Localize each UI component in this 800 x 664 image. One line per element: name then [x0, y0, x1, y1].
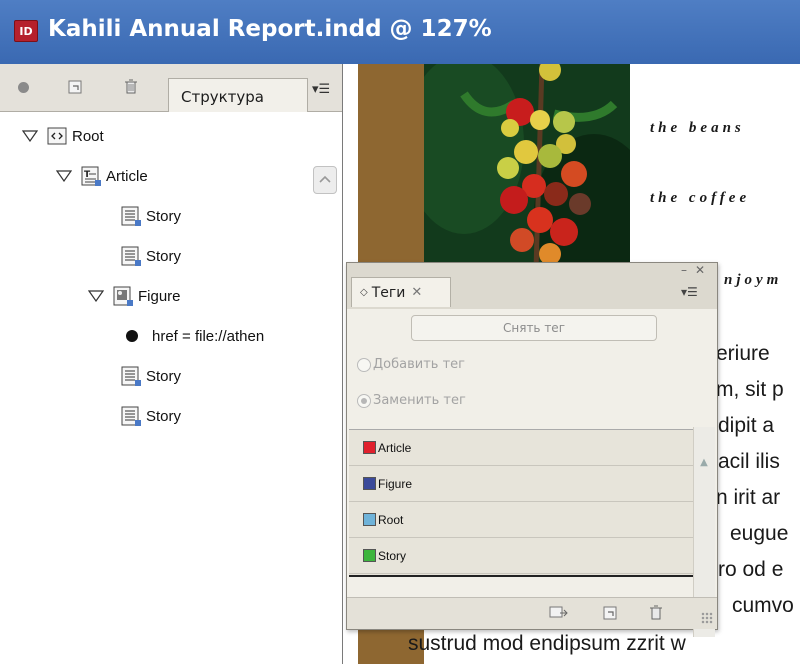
add-tag-radio[interactable] — [357, 357, 371, 372]
dot-icon[interactable] — [18, 82, 29, 93]
tab-tags[interactable]: ◇ Теги ✕ — [351, 277, 451, 307]
tab-tags-label: Теги — [371, 284, 406, 301]
tag-list: Article Figure Root Story — [349, 429, 693, 577]
text-frame-element-icon: T — [81, 166, 101, 186]
tree-item-attribute[interactable]: href = file://athen — [126, 322, 264, 350]
scroll-up-button[interactable] — [313, 166, 337, 194]
doc-body-line: ro od e — [718, 558, 784, 581]
doc-text-line: njoym — [724, 272, 783, 288]
close-tab-icon[interactable]: ✕ — [411, 285, 422, 300]
structure-tree: Root T Article Story Story Figure href =… — [0, 112, 342, 664]
disclosure-triangle-icon[interactable] — [88, 290, 104, 302]
tag-name: Article — [378, 440, 412, 455]
tab-structure[interactable]: Структура — [168, 78, 308, 112]
tag-item-root[interactable]: Root — [349, 502, 693, 538]
tag-item-article[interactable]: Article — [349, 430, 693, 466]
tag-name: Figure — [378, 476, 413, 491]
doc-body-line: eriure — [716, 342, 770, 365]
panel-menu-icon[interactable]: ▾☰ — [681, 285, 698, 299]
tag-color-swatch — [363, 549, 376, 562]
tree-item-label: Story — [146, 367, 182, 385]
add-tag-label: Добавить тег — [373, 357, 465, 372]
tags-panel[interactable]: ◇ Теги ✕ – ✕ ▾☰ Снять тег Добавить тег З… — [346, 262, 718, 637]
doc-body-line: n irit ar — [716, 486, 781, 509]
tree-item-figure[interactable]: Figure — [88, 282, 181, 310]
tab-structure-label: Структура — [181, 88, 264, 106]
close-panel-icon[interactable]: ✕ — [695, 263, 705, 277]
doc-text-line: the coffee — [650, 190, 751, 206]
story-element-icon — [121, 366, 141, 386]
doc-text-line: the beans — [650, 120, 745, 136]
replace-tag-option[interactable]: Заменить тег — [357, 393, 466, 408]
resize-grip-icon[interactable] — [701, 612, 713, 624]
scroll-up-arrow-icon[interactable]: ▲ — [696, 457, 712, 473]
window-title: Kahili Annual Report.indd @ 127% — [48, 16, 492, 42]
doc-body-line: cumvo — [732, 594, 794, 617]
tags-panel-body: Снять тег Добавить тег Заменить тег Arti… — [347, 309, 717, 637]
tag-name: Root — [378, 512, 404, 527]
tag-name: Story — [378, 548, 407, 563]
add-element-icon[interactable] — [66, 78, 84, 96]
doc-body-line: dipit a — [718, 414, 775, 437]
tree-item-label: Story — [146, 207, 182, 225]
structure-toolbar: Структура ▾☰ — [0, 64, 342, 112]
trash-icon[interactable] — [122, 78, 140, 96]
disclosure-triangle-icon[interactable] — [56, 170, 72, 182]
structure-panel: Структура ▾☰ Root T Article Story Story — [0, 64, 343, 664]
add-tag-option[interactable]: Добавить тег — [357, 357, 465, 372]
autotag-icon[interactable] — [549, 604, 568, 622]
replace-tag-radio[interactable] — [357, 393, 371, 408]
attribute-bullet-icon — [126, 330, 138, 342]
panel-menu-icon[interactable]: ▾☰ — [312, 82, 330, 97]
tags-panel-header: ◇ Теги ✕ – ✕ ▾☰ — [347, 263, 717, 309]
disclosure-triangle-icon[interactable] — [22, 130, 38, 142]
doc-body-line: acil ilis — [718, 450, 780, 473]
tree-item-label: Story — [146, 407, 182, 425]
tag-item-story[interactable]: Story — [349, 538, 693, 574]
doc-body-line: eugue — [730, 522, 789, 545]
tree-item-story[interactable]: Story — [120, 362, 181, 390]
story-element-icon — [121, 206, 141, 226]
tree-item-article[interactable]: T Article — [56, 162, 148, 190]
tag-color-swatch — [363, 477, 376, 490]
tags-panel-footer — [347, 597, 717, 629]
tree-item-label: Article — [106, 167, 148, 185]
new-tag-icon[interactable] — [601, 604, 619, 622]
indesign-app-icon: ID — [14, 20, 38, 42]
doc-body-line: m, sit p — [716, 378, 784, 401]
tree-item-story[interactable]: Story — [120, 202, 181, 230]
story-element-icon — [121, 406, 141, 426]
tree-item-label: Figure — [138, 287, 181, 305]
coffee-cherries-photo — [424, 64, 630, 270]
tab-diamond-icon: ◇ — [360, 287, 368, 298]
tree-item-label: Story — [146, 247, 182, 265]
tag-color-swatch — [363, 513, 376, 526]
tag-color-swatch — [363, 441, 376, 454]
tree-item-root[interactable]: Root — [22, 122, 104, 150]
doc-body-line: sustrud mod endipsum zzrit w — [408, 632, 686, 655]
title-bar: ID Kahili Annual Report.indd @ 127% — [0, 0, 800, 64]
tree-item-label: Root — [72, 127, 104, 145]
story-element-icon — [121, 246, 141, 266]
minimize-icon[interactable]: – — [681, 263, 687, 277]
delete-tag-icon[interactable] — [647, 604, 665, 622]
tag-item-figure[interactable]: Figure — [349, 466, 693, 502]
root-element-icon — [47, 127, 67, 145]
untag-button[interactable]: Снять тег — [411, 315, 657, 341]
image-frame-element-icon — [113, 286, 133, 306]
tree-item-story[interactable]: Story — [120, 242, 181, 270]
replace-tag-label: Заменить тег — [373, 393, 466, 408]
tree-item-label: href = file://athen — [152, 327, 265, 345]
tree-item-story[interactable]: Story — [120, 402, 181, 430]
